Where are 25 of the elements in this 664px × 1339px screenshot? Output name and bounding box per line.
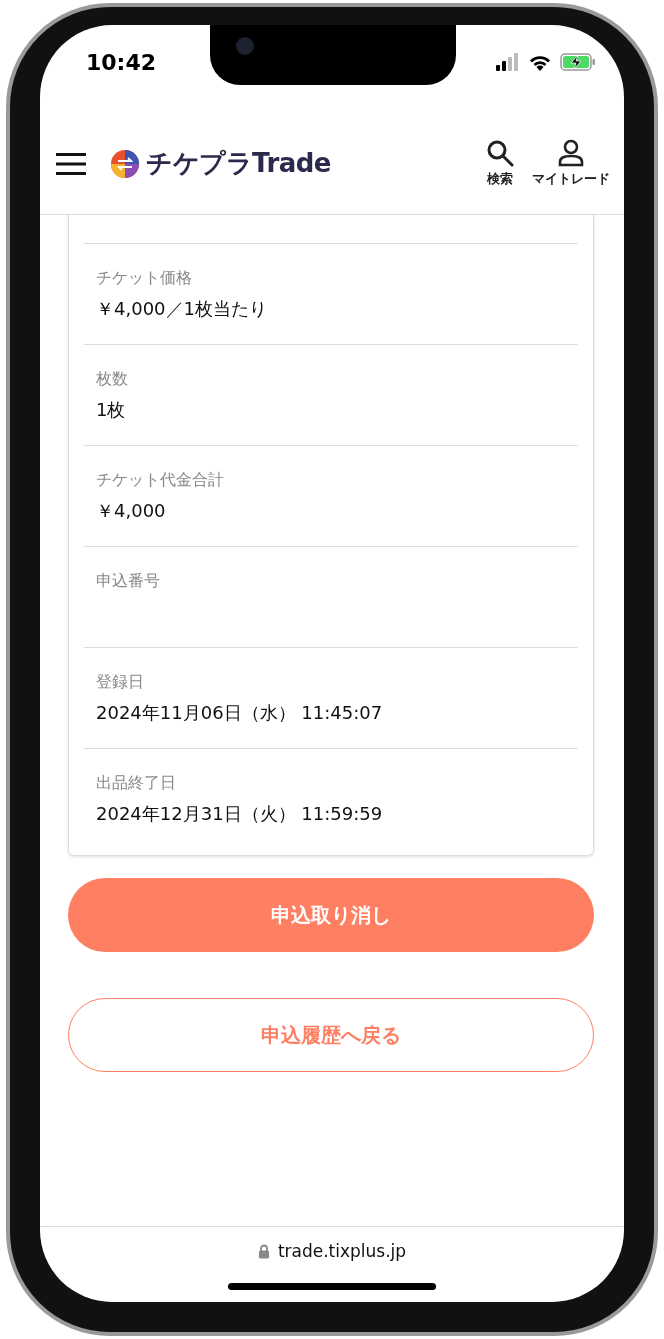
field-label: 申込番号 (96, 570, 161, 592)
search-button[interactable]: 検索 (486, 139, 514, 188)
search-icon (486, 139, 514, 167)
menu-icon[interactable] (56, 152, 86, 175)
field-value: ￥4,000／1枚当たり (96, 297, 268, 321)
field-value: 2024年12月31日（火） 11:59:59 (96, 802, 384, 826)
wifi-icon (528, 53, 552, 71)
field-label: 枚数 (96, 368, 129, 390)
status-time: 10:42 (86, 49, 157, 75)
field-label: 登録日 (96, 671, 145, 693)
field-value: ￥4,000 (96, 499, 167, 523)
signal-icon (496, 53, 520, 71)
field-label: チケット価格 (96, 267, 193, 289)
field-label: チケット代金合計 (96, 469, 225, 491)
lock-icon (257, 1243, 270, 1259)
field-label: 出品終了日 (96, 772, 177, 794)
account-button[interactable]: マイトレード (532, 139, 610, 188)
url-text[interactable]: trade.tixplus.jp (277, 1241, 407, 1261)
logo-text: チケプラTrade (146, 147, 331, 180)
person-icon (557, 139, 585, 167)
camera-icon (236, 37, 254, 55)
field-value: 1枚 (96, 398, 127, 422)
field-value: 2024年11月06日（水） 11:45:07 (96, 701, 384, 725)
battery-charging-icon (560, 53, 596, 71)
logo-icon (110, 148, 140, 179)
